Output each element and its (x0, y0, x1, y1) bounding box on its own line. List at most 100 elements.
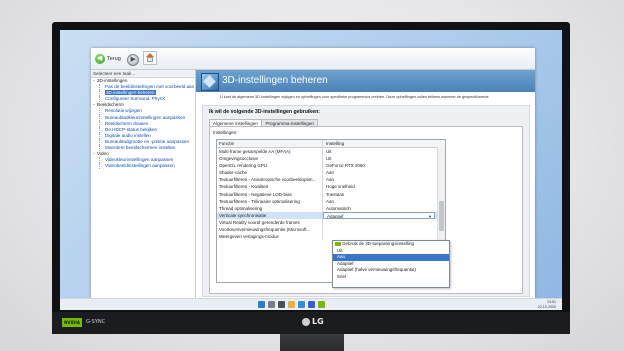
row-feature: Omgevingsocclusie (217, 155, 323, 163)
grid-row[interactable]: Textuurfilteren - Trilineaire optimalise… (217, 197, 445, 205)
vsync-select[interactable]: Adaptief ▼ (323, 211, 435, 219)
home-button[interactable] (143, 51, 157, 65)
row-feature: Thread optimalisering (217, 204, 323, 212)
file-explorer-icon[interactable] (288, 301, 295, 308)
dropdown-option-label: Adaptief (337, 260, 354, 266)
row-value: Aan (323, 198, 435, 205)
sidebar-item-label: Configureer Surround, PhysX (105, 96, 166, 102)
nvidia-app-icon (335, 241, 341, 246)
vsync-dropdown-list[interactable]: Gebruik de 3D-toepassingsinstelling Uit Aa… (332, 240, 450, 288)
sidebar-item-label: Beeldscherm (97, 102, 124, 108)
row-value-text: Aan (326, 170, 335, 176)
grid-row[interactable]: Textuurfilteren - Negatieve LOD-bias Toes… (217, 190, 445, 198)
page-title: 3D-instellingen beheren (222, 75, 328, 86)
brand-name: LG (312, 317, 324, 326)
grid-row[interactable]: OpenGL rendering GPU GeForce RTX 2060 (217, 162, 445, 170)
row-value-text: GeForce RTX 2060 (326, 163, 365, 169)
store-icon[interactable] (308, 301, 315, 308)
grid-row[interactable]: Thread optimalisering Automatisch (217, 204, 445, 212)
sidebar-item-label: Meerdere beeldschermen instellen (105, 145, 176, 151)
row-value: Automatisch (323, 205, 435, 212)
edge-icon[interactable] (298, 301, 305, 308)
grid-row[interactable]: Voorkeursvernieuwingsfrequentie (Microso… (217, 226, 445, 234)
sidebar-item-label: Digitale audio instellen (105, 132, 151, 138)
sidebar-header: Selecteer een taak... (91, 70, 195, 78)
start-icon[interactable] (258, 301, 265, 308)
row-feature: Textuurfilteren - Kwaliteit (217, 183, 323, 191)
row-feature: Virtual Reality vooraf gerenderde frames (217, 218, 323, 227)
search-icon[interactable] (268, 301, 275, 308)
grid-row[interactable]: Virtual Reality vooraf gerenderde frames (217, 218, 445, 227)
clock-date: 22-10-2020 (537, 304, 556, 309)
forward-button[interactable]: ▶ (127, 53, 141, 71)
row-feature: Textuurfilteren - Anisotropische voorbee… (217, 176, 323, 184)
dropdown-options: Gebruik de 3D-toepassingsinstelling Uit Aa… (333, 241, 449, 280)
row-feature: Multi-frame gesampelde AA (MFAA) (217, 148, 323, 156)
sidebar-item-label: Beeldscherm draaien (105, 120, 149, 126)
sidebar-item[interactable]: Videobeeldinstellingen aanpassen (91, 163, 195, 170)
row-feature: Textuurfilteren - Trilineaire optimalise… (217, 197, 323, 205)
row-value-text: Toestaan (326, 191, 345, 197)
grid-rows: Multi-frame gesampelde AA (MFAA) Uit Omgev… (217, 148, 445, 241)
dropdown-option-label: Snel (337, 273, 347, 279)
row-value: GeForce RTX 2060 (323, 162, 435, 169)
dropdown-option[interactable]: Snel (333, 274, 449, 281)
row-feature: Textuurfilteren - Negatieve LOD-bias (217, 190, 323, 198)
row-value: Aan (323, 176, 435, 183)
grid-row[interactable]: Omgevingsocclusie Uit (217, 155, 445, 163)
row-value: Aan (323, 169, 435, 176)
row-value-text: Aan (326, 198, 335, 204)
scrollbar-thumb[interactable] (439, 201, 444, 231)
page-banner: 3D-instellingen beheren (196, 70, 535, 92)
taskbar-clock[interactable]: 13:51 22-10-2020 (538, 300, 556, 309)
task-sidebar: Selecteer een taak... −3D-instellingen Pa… (91, 70, 196, 298)
page-description: U kunt de algemene 3D-instellingen wijzi… (220, 95, 489, 99)
forward-arrow-icon: ▶ (127, 54, 139, 66)
toolbar: ◀ Terug ▶ (91, 48, 535, 70)
row-value: Uit (323, 155, 435, 162)
nvidia-icon[interactable] (318, 301, 325, 308)
row-value-text: Uit (326, 156, 332, 162)
sidebar-item-label: 3D-instellingen (97, 78, 128, 83)
sidebar-item-label: De HDCP-status bekijken (105, 126, 158, 132)
row-feature: Shader-cache (217, 169, 323, 177)
grid-row[interactable]: Multi-frame gesampelde AA (MFAA) Uit (217, 148, 445, 156)
monitor-stand (280, 334, 344, 351)
row-feature: OpenGL rendering GPU (217, 162, 323, 170)
sidebar-item-label: Pas de beeldinstellingen met voorbeeld a… (105, 84, 195, 90)
column-header-feature[interactable]: Functie (217, 140, 323, 147)
row-value: Uit (323, 148, 435, 155)
row-value (323, 219, 435, 226)
tab-program-settings[interactable]: Programma-instellingen (261, 119, 318, 126)
row-value: Hoge snelheid (323, 183, 435, 190)
row-feature: Voorkeursvernieuwingsfrequentie (Microso… (217, 226, 323, 234)
screen: ◀ Terug ▶ Selecteer een taak... −3D-inst… (60, 30, 562, 310)
panel-title: Ik wil de volgende 3D-instellingen gebru… (209, 109, 320, 115)
dropdown-option-label: Uit (337, 247, 343, 253)
sidebar-list: −3D-instellingen Pas de beeldinstellingen… (91, 78, 195, 170)
grid-row[interactable]: Shader-cache Aan (217, 169, 445, 177)
row-value-text: Automatisch (326, 205, 351, 211)
row-value (323, 226, 435, 233)
row-value: Toestaan (323, 191, 435, 198)
sidebar-item-label: Resolutie wijzigen (105, 108, 142, 114)
taskbar: 13:51 22-10-2020 (60, 298, 562, 310)
grid-row-selected[interactable]: Verticale synchronisatie Adaptief ▼ (217, 211, 445, 219)
sidebar-item-label: 3D-instellingen beheren (105, 90, 156, 96)
tab-global-settings[interactable]: Algemene instellingen (209, 119, 262, 126)
settings-label: Instellingen: (213, 130, 238, 135)
grid-row[interactable]: Textuurfilteren - Anisotropische voorbee… (217, 176, 445, 184)
back-button[interactable]: ◀ Terug (95, 53, 121, 65)
task-view-icon[interactable] (278, 301, 285, 308)
row-value-text: Aan (326, 177, 335, 183)
lg-logo-icon (302, 317, 310, 326)
row-value-text: Hoge snelheid (326, 184, 355, 190)
nvidia-badge: NVIDIA (62, 318, 82, 327)
sidebar-item-label: Bureaubladgrootte en -positie aanpassen (105, 138, 190, 144)
row-feature: Weergeven verlagings-modus (217, 233, 323, 241)
sidebar-item-label: Videokleurinstellingen aanpassen (105, 157, 174, 163)
sidebar-item-label: Bureaubladkleurinstellingen aanpassen (105, 114, 186, 120)
sidebar-item-label: Video (97, 151, 109, 157)
column-header-setting[interactable]: Instelling (323, 140, 435, 147)
grid-row[interactable]: Textuurfilteren - Kwaliteit Hoge snelheid (217, 183, 445, 191)
